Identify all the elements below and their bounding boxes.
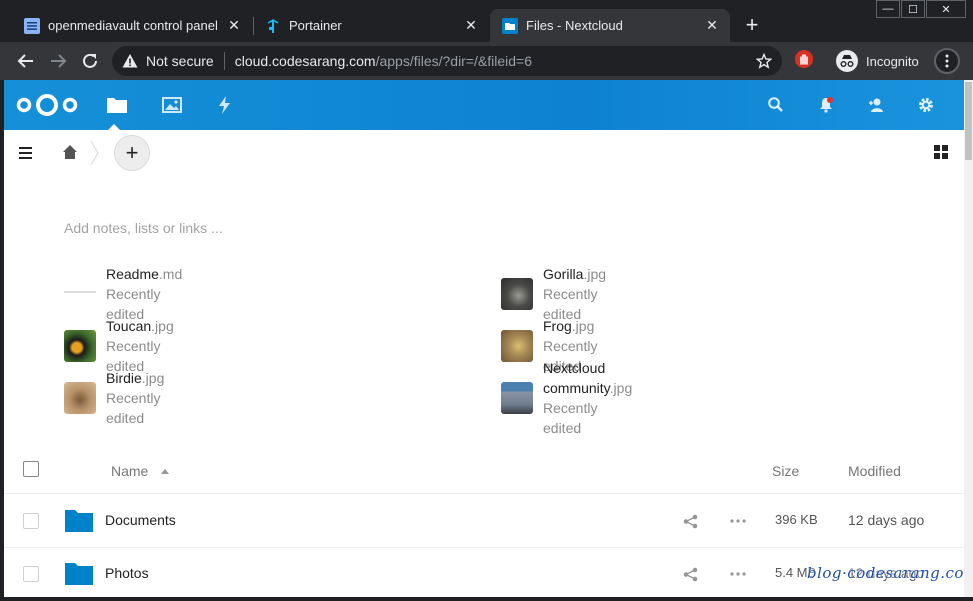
security-label[interactable]: Not secure	[146, 53, 214, 69]
recent-file-readme[interactable]: Readme.md Recently edited	[64, 266, 182, 322]
file-thumbnail	[64, 330, 96, 362]
files-app-icon[interactable]	[106, 95, 128, 115]
file-name[interactable]: Documents	[105, 512, 176, 528]
file-thumbnail	[64, 278, 96, 310]
recent-file-name: Gorilla.jpg	[543, 266, 607, 282]
browser-toolbar: Not secure cloud.codesarang.com/apps/fil…	[0, 42, 973, 80]
recent-file-nextcloud-community[interactable]: Nextcloud community.jpg Recently edited	[501, 360, 632, 436]
recent-file-name: Readme.md	[106, 266, 183, 282]
notes-editor[interactable]: Add notes, lists or links ...	[64, 220, 223, 236]
hand-icon	[800, 54, 808, 65]
column-modified[interactable]: Modified	[848, 463, 901, 479]
file-thumbnail	[501, 278, 533, 310]
extension-hand-icon[interactable]	[795, 50, 813, 68]
folder-icon	[65, 510, 93, 532]
new-file-button[interactable]: +	[114, 135, 150, 171]
row-checkbox[interactable]	[23, 513, 39, 529]
grid-view-icon[interactable]	[934, 145, 948, 159]
browser-window: openmediavault control panel - c ✕ Porta…	[0, 0, 973, 601]
forward-button[interactable]	[46, 49, 70, 73]
folder-icon	[502, 17, 518, 34]
photos-app-icon[interactable]	[161, 95, 183, 115]
url-path[interactable]: /apps/files/?dir=/&fileid=6	[376, 53, 532, 69]
omnibox-divider	[223, 52, 225, 70]
new-tab-button[interactable]: +	[741, 14, 763, 37]
more-options-icon[interactable]	[730, 519, 746, 523]
column-size[interactable]: Size	[772, 463, 799, 479]
recent-file-name: Birdie.jpg	[106, 370, 165, 386]
home-icon[interactable]	[62, 144, 78, 160]
back-button[interactable]	[14, 49, 38, 73]
file-size: 396 KB	[775, 512, 818, 527]
portainer-crane-icon	[267, 18, 279, 33]
reload-button[interactable]	[78, 49, 102, 73]
recent-file-status: Recently edited	[106, 390, 161, 426]
file-thumbnail	[501, 330, 533, 362]
activity-app-icon[interactable]	[214, 95, 236, 115]
close-tab-icon[interactable]: ✕	[463, 17, 479, 34]
recent-file-name: Frog.jpg	[543, 318, 595, 334]
contacts-icon[interactable]	[867, 96, 885, 114]
notification-badge	[827, 97, 833, 103]
nextcloud-logo-icon[interactable]	[16, 92, 78, 118]
minimize-button[interactable]: —	[876, 0, 900, 18]
recent-file-name: Toucan.jpg	[106, 318, 174, 334]
recent-file-status: Recently edited	[543, 400, 598, 436]
tab-title: Files - Nextcloud	[526, 18, 623, 33]
more-options-icon[interactable]	[730, 572, 746, 576]
incognito-icon	[836, 50, 858, 72]
recent-file-gorilla[interactable]: Gorilla.jpg Recently edited	[501, 266, 606, 322]
breadcrumb-chevron-icon	[90, 140, 99, 166]
settings-gear-icon[interactable]	[917, 96, 935, 114]
window-bottom-border	[0, 597, 973, 601]
incognito-indicator[interactable]: Incognito	[836, 48, 919, 74]
file-row-documents[interactable]: Documents 396 KB 12 days ago	[4, 495, 964, 548]
star-icon[interactable]	[756, 53, 772, 69]
sort-ascending-icon	[161, 469, 169, 474]
tab-openmediavault[interactable]: openmediavault control panel - c ✕	[12, 9, 252, 42]
watermark: blog·codesarang.com	[807, 564, 964, 582]
kebab-menu-icon	[945, 54, 949, 68]
row-checkbox[interactable]	[23, 566, 39, 582]
folder-icon	[65, 563, 93, 585]
recent-file-name: Nextcloud community.jpg	[543, 360, 633, 396]
tab-portainer[interactable]: Portainer ✕	[253, 9, 489, 42]
tab-files-nextcloud[interactable]: Files - Nextcloud ✕	[490, 9, 730, 42]
tab-title: Portainer	[289, 18, 342, 33]
hamburger-menu-icon[interactable]	[18, 146, 34, 160]
active-app-indicator	[108, 124, 120, 130]
address-bar[interactable]: Not secure cloud.codesarang.com/apps/fil…	[112, 46, 782, 76]
scrollbar-thumb[interactable]	[965, 82, 972, 160]
url-host[interactable]: cloud.codesarang.com	[235, 53, 376, 69]
file-thumbnail	[64, 382, 96, 414]
browser-menu-button[interactable]	[934, 48, 960, 74]
file-name[interactable]: Photos	[105, 565, 149, 581]
tab-title: openmediavault control panel - c	[48, 18, 220, 33]
file-thumbnail	[501, 382, 533, 414]
arrow-left-icon	[17, 54, 33, 68]
column-name[interactable]: Name	[111, 463, 148, 479]
incognito-label: Incognito	[866, 53, 919, 69]
reload-icon	[83, 53, 97, 68]
file-list-header: Name Size Modified	[4, 450, 964, 494]
close-tab-icon[interactable]: ✕	[704, 17, 720, 34]
omv-list-icon	[24, 17, 40, 34]
tab-strip: openmediavault control panel - c ✕ Porta…	[0, 0, 973, 42]
warning-icon[interactable]	[122, 53, 138, 69]
search-icon[interactable]	[767, 96, 785, 114]
close-window-button[interactable]: ✕	[926, 0, 966, 18]
maximize-button[interactable]: ☐	[901, 0, 925, 18]
nextcloud-page: + Add notes, lists or links ... Readme.m…	[4, 80, 964, 597]
share-icon[interactable]	[683, 567, 698, 582]
select-all-checkbox[interactable]	[23, 461, 39, 477]
recent-file-toucan[interactable]: Toucan.jpg Recently edited	[64, 318, 174, 374]
file-modified: 12 days ago	[848, 512, 925, 528]
nextcloud-header	[4, 80, 964, 130]
recent-file-birdie[interactable]: Birdie.jpg Recently edited	[64, 370, 164, 426]
close-tab-icon[interactable]: ✕	[226, 17, 242, 34]
share-icon[interactable]	[683, 514, 698, 529]
arrow-right-icon	[51, 54, 67, 68]
